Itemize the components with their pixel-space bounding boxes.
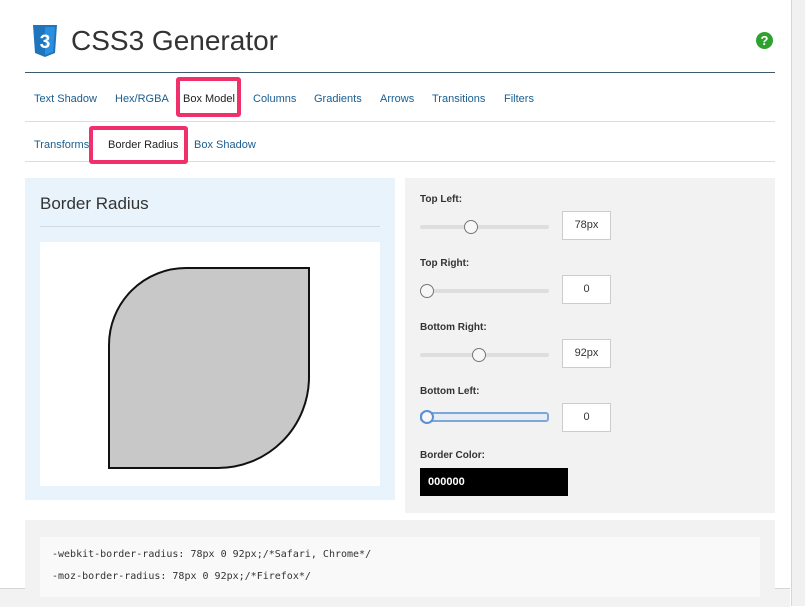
controls-panel: Top Left: 78px Top Right: 0 Bottom Right…: [405, 178, 775, 513]
top-right-input[interactable]: 0: [562, 275, 611, 304]
preview-canvas: [40, 242, 380, 486]
tab-box-model[interactable]: Box Model: [183, 77, 235, 121]
code-output: -webkit-border-radius: 78px 0 92px;/*Saf…: [40, 537, 760, 597]
border-color-label: Border Color:: [420, 450, 485, 461]
main-tabs: Text Shadow Hex/RGBA Box Model Columns G…: [25, 77, 775, 122]
top-left-label: Top Left:: [420, 194, 463, 205]
app-title: CSS3 Generator: [71, 25, 278, 56]
top-left-slider-handle[interactable]: [464, 220, 478, 234]
svg-text:3: 3: [40, 32, 51, 53]
bottom-left-label: Bottom Left:: [420, 386, 480, 397]
code-line-webkit: -webkit-border-radius: 78px 0 92px;/*Saf…: [52, 549, 372, 560]
top-right-slider-handle[interactable]: [420, 284, 434, 298]
top-left-slider-track[interactable]: [420, 225, 549, 229]
tab-border-radius[interactable]: Border Radius: [108, 124, 178, 161]
bottom-right-slider-handle[interactable]: [472, 348, 486, 362]
tab-filters[interactable]: Filters: [504, 77, 534, 121]
tab-hex-rgba[interactable]: Hex/RGBA: [115, 77, 169, 121]
css3-logo-icon: 3: [33, 25, 57, 57]
code-line-moz: -moz-border-radius: 78px 0 92px;/*Firefo…: [52, 571, 311, 582]
code-output-section: -webkit-border-radius: 78px 0 92px;/*Saf…: [25, 520, 775, 597]
tab-gradients[interactable]: Gradients: [314, 77, 362, 121]
tab-text-shadow[interactable]: Text Shadow: [34, 77, 97, 121]
header-divider: [25, 72, 775, 73]
tab-transforms[interactable]: Transforms: [34, 124, 89, 161]
bottom-left-slider-track[interactable]: [420, 412, 549, 422]
tab-transitions[interactable]: Transitions: [432, 77, 485, 121]
border-radius-preview-shape: [108, 267, 310, 469]
bottom-right-input[interactable]: 92px: [562, 339, 611, 368]
preview-title: Border Radius: [40, 194, 149, 213]
bottom-right-label: Bottom Right:: [420, 322, 487, 333]
top-right-slider-track[interactable]: [420, 289, 549, 293]
tab-arrows[interactable]: Arrows: [380, 77, 414, 121]
bottom-left-input[interactable]: 0: [562, 403, 611, 432]
preview-panel: Border Radius: [25, 178, 395, 500]
border-color-picker[interactable]: 000000: [420, 468, 568, 496]
top-left-input[interactable]: 78px: [562, 211, 611, 240]
tab-box-shadow[interactable]: Box Shadow: [194, 124, 256, 161]
sub-tabs: Transforms Border Radius Box Shadow: [25, 124, 775, 162]
tab-columns[interactable]: Columns: [253, 77, 296, 121]
help-icon[interactable]: ?: [756, 32, 773, 49]
preview-divider: [40, 226, 380, 227]
bottom-left-slider-handle[interactable]: [420, 410, 434, 424]
top-right-label: Top Right:: [420, 258, 470, 269]
window-right-edge: [791, 0, 805, 606]
